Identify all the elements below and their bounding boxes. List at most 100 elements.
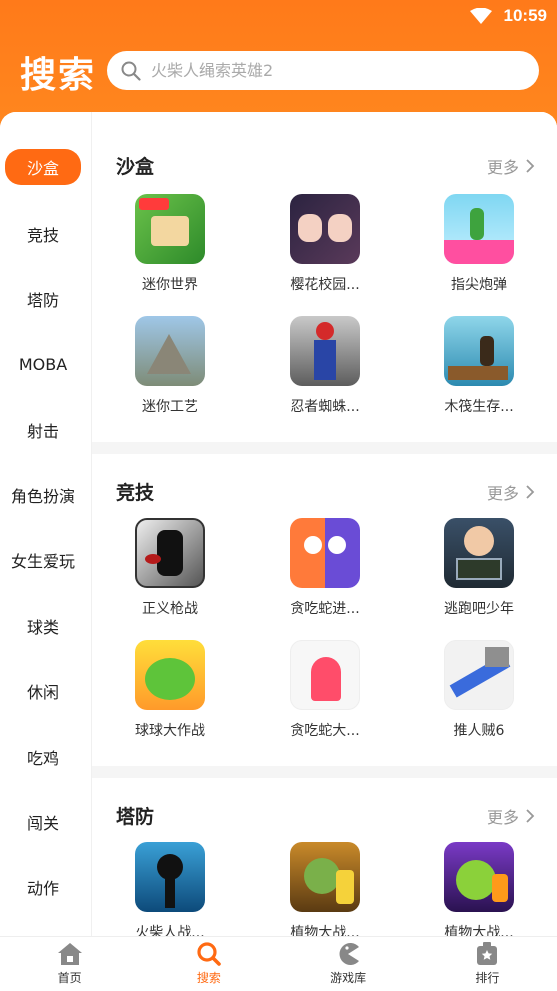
chevron-right-icon	[526, 159, 535, 173]
nav-search[interactable]: 搜索	[139, 937, 278, 991]
sidebar-item-casual[interactable]: 休闲	[0, 675, 86, 707]
search-icon	[197, 942, 221, 966]
game-icon	[290, 640, 360, 710]
nav-game-library[interactable]: 游戏库	[279, 937, 418, 991]
sidebar-item-shooter[interactable]: 射击	[0, 414, 86, 446]
status-time: 10:59	[503, 6, 547, 25]
game-name: 植物大战...	[290, 925, 360, 936]
chevron-right-icon	[526, 485, 535, 499]
section-sandbox: 沙盒 更多 迷你世界 樱花校园... 指尖炮弹 迷你工艺 忍者蜘蛛... 木筏生…	[92, 112, 557, 442]
search-input[interactable]	[151, 61, 539, 80]
nav-label: 搜索	[196, 971, 221, 985]
game-card[interactable]: 贪吃蛇进...	[265, 518, 385, 618]
sidebar-item-girls[interactable]: 女生爱玩	[0, 544, 86, 576]
game-card[interactable]: 推人贼6	[419, 640, 539, 740]
sidebar-item-action[interactable]: 动作	[0, 871, 86, 903]
sidebar-item-label: 闯关	[26, 814, 59, 833]
game-icon	[135, 194, 205, 264]
sidebar-item-label: MOBA	[18, 354, 68, 374]
game-card[interactable]: 贪吃蛇大...	[265, 640, 385, 740]
game-icon	[290, 842, 360, 912]
sidebar-item-competitive[interactable]: 竞技	[0, 218, 86, 250]
game-name: 逃跑吧少年	[444, 601, 514, 617]
game-icon	[444, 842, 514, 912]
game-icon	[135, 518, 205, 588]
game-icon	[444, 640, 514, 710]
game-card[interactable]: 球球大作战	[110, 640, 230, 740]
nav-home[interactable]: 首页	[0, 937, 139, 991]
game-icon	[290, 316, 360, 386]
more-label: 更多	[486, 808, 519, 827]
game-card[interactable]: 火柴人战...	[110, 842, 230, 936]
game-name: 樱花校园...	[290, 277, 360, 293]
game-name: 忍者蜘蛛...	[290, 399, 360, 415]
game-card[interactable]: 迷你工艺	[110, 316, 230, 416]
nav-label: 排行	[475, 971, 500, 985]
sidebar-item-label: 塔防	[26, 291, 59, 310]
game-name: 火柴人战...	[135, 925, 205, 936]
sidebar-item-label: 动作	[26, 879, 59, 898]
more-link[interactable]: 更多	[487, 480, 535, 504]
game-card[interactable]: 忍者蜘蛛...	[265, 316, 385, 416]
sidebar-item-tower-defense[interactable]: 塔防	[0, 283, 86, 315]
page-title: 搜索	[20, 55, 97, 96]
game-card[interactable]: 樱花校园...	[265, 194, 385, 294]
game-card[interactable]: 植物大战...	[265, 842, 385, 936]
game-icon	[444, 316, 514, 386]
nav-label: 首页	[57, 971, 82, 985]
game-name: 指尖炮弹	[451, 277, 507, 293]
game-icon	[444, 518, 514, 588]
game-icon	[135, 640, 205, 710]
game-icon	[290, 194, 360, 264]
status-bar: 10:59	[469, 0, 557, 32]
sidebar-item-label: 球类	[26, 618, 59, 637]
search-bar[interactable]	[107, 51, 539, 90]
sidebar-item-label: 吃鸡	[26, 749, 59, 768]
game-card[interactable]: 迷你世界	[110, 194, 230, 294]
sidebar-item-ball[interactable]: 球类	[0, 610, 86, 642]
game-icon	[444, 194, 514, 264]
sidebar-item-battle-royale[interactable]: 吃鸡	[0, 741, 86, 773]
sidebar-item-levels[interactable]: 闯关	[0, 806, 86, 838]
chevron-right-icon	[526, 809, 535, 823]
game-card[interactable]: 逃跑吧少年	[419, 518, 539, 618]
more-label: 更多	[486, 158, 519, 177]
search-icon	[121, 61, 141, 81]
game-name: 球球大作战	[135, 723, 205, 739]
game-name: 推人贼6	[453, 723, 505, 739]
more-label: 更多	[486, 484, 519, 503]
pacman-icon	[339, 943, 360, 965]
sidebar-item-label: 射击	[26, 422, 59, 441]
more-link[interactable]: 更多	[487, 154, 535, 178]
sidebar-item-rpg[interactable]: 角色扮演	[0, 479, 86, 511]
section-title: 塔防	[116, 806, 155, 828]
game-name: 正义枪战	[142, 601, 198, 617]
sidebar-item-sandbox[interactable]: 沙盒	[0, 149, 86, 185]
game-card[interactable]: 正义枪战	[110, 518, 230, 618]
section-title: 竞技	[116, 482, 155, 504]
nav-ranking[interactable]: 排行	[418, 937, 557, 991]
sidebar-item-label: 女生爱玩	[10, 552, 75, 571]
bottom-nav: 首页 搜索 游戏库 排行	[0, 936, 557, 991]
content-panel: 沙盒 竞技 塔防 MOBA 射击 角色扮演 女生爱玩 球类 休闲 吃鸡 闯关 动…	[0, 112, 557, 936]
game-icon	[135, 316, 205, 386]
category-sidebar: 沙盒 竞技 塔防 MOBA 射击 角色扮演 女生爱玩 球类 休闲 吃鸡 闯关 动…	[0, 112, 92, 936]
section-competitive: 竞技 更多 正义枪战 贪吃蛇进... 逃跑吧少年 球球大作战 贪吃蛇大... 推…	[92, 454, 557, 766]
game-name: 迷你工艺	[142, 399, 198, 415]
game-card[interactable]: 木筏生存...	[419, 316, 539, 416]
game-icon	[135, 842, 205, 912]
game-name: 迷你世界	[142, 277, 198, 293]
game-icon	[290, 518, 360, 588]
sidebar-item-label: 竞技	[26, 226, 59, 245]
game-card[interactable]: 植物大战...	[419, 842, 539, 936]
game-card[interactable]: 指尖炮弹	[419, 194, 539, 294]
sidebar-item-moba[interactable]: MOBA	[0, 348, 86, 380]
more-link[interactable]: 更多	[487, 804, 535, 828]
game-name: 贪吃蛇大...	[290, 723, 360, 739]
game-name: 贪吃蛇进...	[290, 601, 360, 617]
wifi-icon	[469, 8, 492, 24]
game-name: 木筏生存...	[444, 399, 514, 415]
home-icon	[57, 943, 82, 965]
nav-label: 游戏库	[330, 971, 367, 985]
game-name: 植物大战...	[444, 925, 514, 936]
